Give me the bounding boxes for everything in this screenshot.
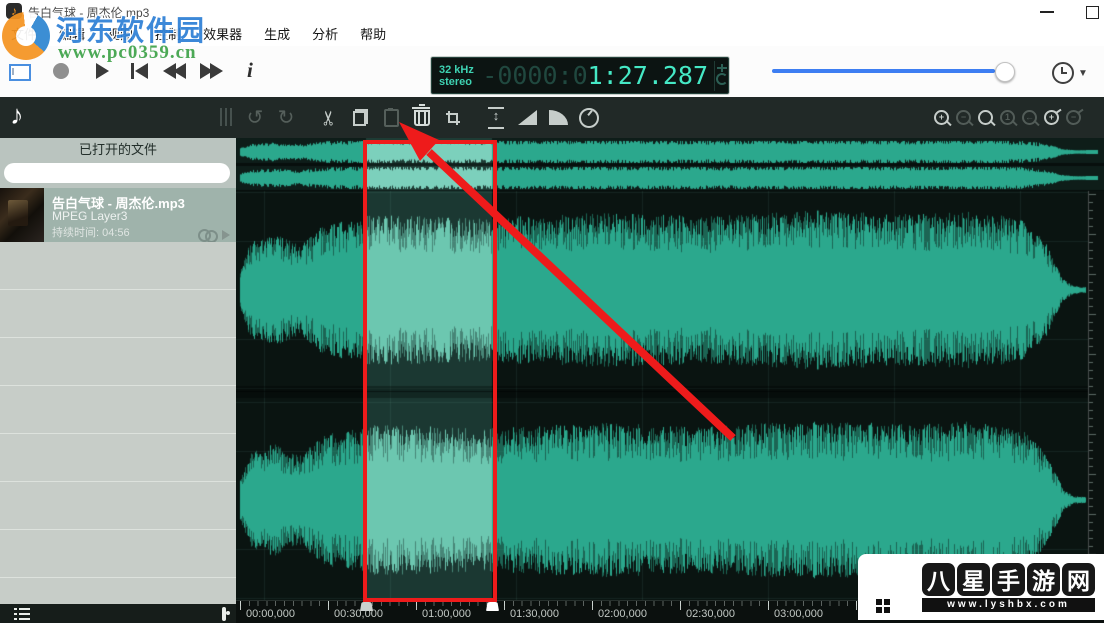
vertical-zoom-in-icon[interactable]: + [1043,109,1060,126]
time-format-icon [717,67,727,69]
annotation-selection-rectangle [363,140,497,602]
sample-rate: 32 kHz [439,64,482,76]
sidebar-opened-files: 已打开的文件 告白气球 - 周杰伦.mp3 MPEG Layer3 持续时间: … [0,138,236,604]
minimize-button[interactable] [1040,11,1054,13]
file-list-item[interactable]: 告白气球 - 周杰伦.mp3 MPEG Layer3 持续时间: 04:56 [0,188,236,242]
menu-analyze[interactable]: 分析 [301,23,349,46]
rewind-button[interactable] [163,63,186,79]
fade-out-icon[interactable] [547,107,569,129]
info-button[interactable]: i [247,58,253,83]
link-icon [198,229,211,242]
history-dropdown-caret[interactable]: ▼ [1078,68,1088,79]
file-format: MPEG Layer3 [52,209,127,223]
redo-icon[interactable]: ↻ [275,107,297,129]
menu-bar: 文件 编辑 视图 控制 效果器 生成 分析 帮助 [0,23,1104,46]
menu-help[interactable]: 帮助 [349,23,397,46]
music-note-tab-icon[interactable]: ♪ [10,100,24,131]
ruler-label: 03:00,000 [774,608,823,620]
record-button[interactable] [53,63,69,79]
zoom-out-icon[interactable]: − [956,110,971,125]
watermark-bottom-logo-icon [864,561,916,613]
sidebar-bottom-bar: ↓↑ [0,604,236,623]
ruler-label: 01:30,000 [510,608,559,620]
file-duration: 持续时间: 04:56 [52,224,130,240]
app-window: ♪ 告白气球 - 周杰伦.mp3 文件 编辑 视图 控制 效果器 生成 分析 帮… [0,0,1104,623]
empty-file-rows [0,242,236,604]
ruler-label: 01:00,000 [422,608,471,620]
cut-icon[interactable]: ✂ [318,107,340,129]
watermark-bottom: 八 星 手 游 网 www.lyshbx.com [858,554,1104,620]
time-loop-icon [716,73,728,85]
menu-control[interactable]: 控制 [144,23,192,46]
sidebar-search-row [0,162,236,188]
zoom-in-icon[interactable]: + [934,110,949,125]
menu-effects[interactable]: 效果器 [192,23,253,46]
selection-mode-icon[interactable] [9,64,31,81]
channel-mode: stereo [439,76,482,88]
amplitude-icon[interactable]: ↕ [485,107,507,129]
zoom-selection-icon[interactable]: 1 [1000,110,1015,125]
panel-toggle-icon[interactable] [222,607,226,621]
ruler-label: 00:00,000 [246,608,295,620]
item-play-icon[interactable] [222,230,230,240]
undo-icon[interactable]: ↺ [244,107,266,129]
menu-file[interactable]: 文件 [0,23,48,46]
album-art-thumbnail [0,188,44,242]
time-display-options[interactable] [714,61,729,91]
selection-end-handle[interactable] [486,602,499,611]
title-bar: ♪ 告白气球 - 周杰伦.mp3 [0,0,1104,23]
delete-icon[interactable] [411,107,433,129]
format-label: 32 kHz stereo [431,64,482,88]
list-view-icon[interactable] [14,608,30,620]
copy-icon[interactable] [349,107,371,129]
toolbar-grip[interactable] [220,108,232,126]
paste-icon[interactable] [380,107,402,129]
zoom-previous-icon[interactable]: ← [1022,110,1037,125]
selection-start-handle[interactable] [360,602,373,611]
ruler-label: 00:30,000 [334,608,383,620]
time-digits-bright: 1:27.287 [588,61,708,90]
history-icon[interactable] [1052,62,1074,84]
fast-forward-button[interactable] [200,63,223,79]
time-digits-dim: -0000:0 [482,61,587,90]
volume-slider-track[interactable] [772,69,995,73]
normalize-knob-icon[interactable] [578,107,600,129]
watermark-bottom-url: www.lyshbx.com [922,598,1095,612]
sidebar-header: 已打开的文件 [0,138,236,162]
maximize-button[interactable] [1086,6,1099,19]
app-icon: ♪ [6,3,22,19]
watermark-bottom-name: 八 星 手 游 网 [922,563,1095,596]
ruler-label: 02:00,000 [598,608,647,620]
volume-slider-thumb[interactable] [995,62,1015,82]
edit-toolbar: ♪ ↺ ↻ ✂ ↕ + − 1 ← + − [0,97,1104,138]
menu-generate[interactable]: 生成 [253,23,301,46]
ruler-label: 02:30,000 [686,608,735,620]
skip-to-start-button[interactable] [131,63,148,79]
trim-icon[interactable] [442,107,464,129]
menu-view[interactable]: 视图 [96,23,144,46]
play-button[interactable] [96,63,109,79]
time-display: 32 kHz stereo -0000:01:27.287 [430,56,730,95]
menu-edit[interactable]: 编辑 [48,23,96,46]
search-input[interactable] [4,163,230,183]
fade-in-icon[interactable] [516,107,538,129]
window-title: 告白气球 - 周杰伦.mp3 [28,4,149,21]
vertical-zoom-out-icon[interactable]: − [1065,109,1082,126]
zoom-fit-icon[interactable] [978,110,993,125]
time-digits: -0000:01:27.287 [482,61,708,90]
